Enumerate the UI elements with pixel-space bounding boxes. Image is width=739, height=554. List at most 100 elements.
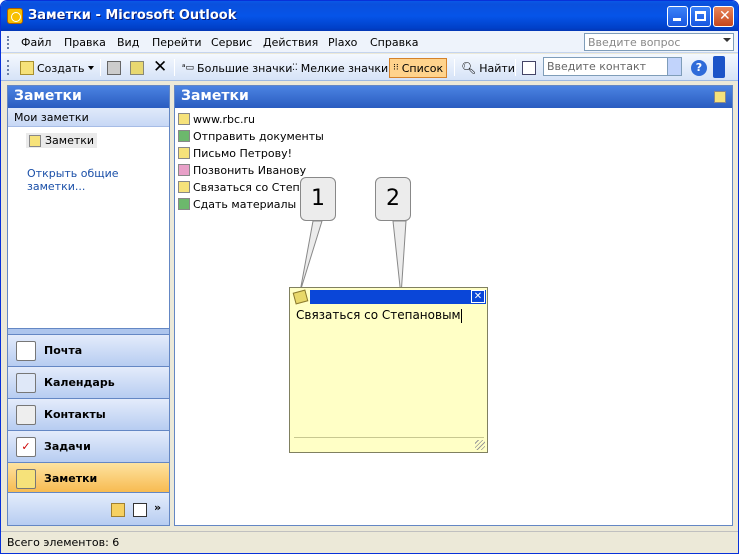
toolbar-separator bbox=[174, 59, 175, 76]
toolbar-separator bbox=[100, 59, 101, 76]
callout-1: 1 bbox=[300, 177, 336, 221]
folder-list-icon[interactable] bbox=[111, 503, 125, 517]
nav-tasks-button[interactable]: ✓ Задачи bbox=[8, 430, 169, 462]
note-item[interactable]: Связаться со Степан bbox=[178, 179, 314, 195]
menu-actions[interactable]: Действия bbox=[263, 36, 318, 49]
small-icons-label: Мелкие значки bbox=[300, 61, 389, 75]
toolbar-separator bbox=[515, 59, 516, 76]
minimize-button[interactable] bbox=[667, 6, 688, 27]
note-close-icon[interactable]: ✕ bbox=[471, 290, 485, 303]
list-view-button[interactable]: ⁝⁝ Список bbox=[389, 58, 448, 78]
help-icon[interactable]: ? bbox=[691, 60, 707, 76]
note-item-label: Сдать материалы в п bbox=[193, 197, 317, 211]
menu-view[interactable]: Вид bbox=[117, 36, 139, 49]
notes-header-icon bbox=[714, 91, 726, 103]
note-menu-icon[interactable] bbox=[292, 289, 309, 305]
open-note-window[interactable]: ✕ Связаться со Степановым bbox=[289, 287, 488, 453]
nav-contacts-button[interactable]: Контакты bbox=[8, 398, 169, 430]
notes-folder-label: Заметки bbox=[45, 134, 95, 147]
note-title-bar[interactable] bbox=[310, 290, 486, 304]
close-button[interactable]: ✕ bbox=[713, 6, 734, 27]
note-icon bbox=[20, 61, 34, 75]
navigation-pane: Заметки Мои заметки Заметки Открыть общи… bbox=[7, 85, 170, 526]
note-item[interactable]: www.rbc.ru bbox=[178, 111, 255, 127]
note-icon bbox=[178, 147, 190, 159]
delete-icon[interactable]: ✕ bbox=[153, 57, 167, 77]
note-text[interactable]: Связаться со Степановым bbox=[296, 308, 462, 323]
nav-calendar-label: Календарь bbox=[44, 376, 115, 389]
menu-edit[interactable]: Правка bbox=[64, 36, 106, 49]
nav-calendar-button[interactable]: Календарь bbox=[8, 366, 169, 398]
callout-2: 2 bbox=[375, 177, 411, 221]
note-item[interactable]: Сдать материалы в п bbox=[178, 196, 317, 212]
new-note-button[interactable]: Создать bbox=[17, 58, 88, 78]
shortcuts-icon[interactable] bbox=[133, 503, 147, 517]
mail-icon bbox=[16, 340, 36, 361]
note-item-label: www.rbc.ru bbox=[193, 112, 256, 126]
note-item-label: Позвонить Иванову bbox=[193, 163, 307, 177]
ask-question-box[interactable]: Введите вопрос bbox=[584, 33, 734, 51]
nav-footer: » bbox=[8, 492, 169, 525]
tasks-icon: ✓ bbox=[16, 436, 36, 457]
menu-plaxo[interactable]: Plaxo bbox=[328, 36, 357, 49]
chevron-down-icon[interactable] bbox=[667, 58, 681, 75]
menu-file[interactable]: Файл bbox=[21, 36, 51, 49]
menu-bar: Файл Правка Вид Перейти Сервис Действия … bbox=[1, 31, 738, 53]
ask-question-placeholder: Введите вопрос bbox=[588, 36, 681, 49]
configure-buttons-icon[interactable]: » bbox=[154, 501, 161, 514]
notes-list-title-text: Заметки bbox=[181, 88, 249, 104]
notes-folder[interactable]: Заметки bbox=[26, 133, 98, 148]
move-to-folder-icon[interactable] bbox=[130, 61, 144, 75]
my-notes-header[interactable]: Мои заметки bbox=[8, 108, 169, 127]
note-divider bbox=[294, 437, 484, 438]
toolbar-options-icon[interactable] bbox=[713, 56, 725, 78]
nav-mail-label: Почта bbox=[44, 344, 83, 357]
note-item[interactable]: Позвонить Иванову bbox=[178, 162, 306, 178]
note-icon bbox=[178, 130, 190, 142]
standard-toolbar: Создать ✕ ᵃ▭ Большие значки ⁚⁚ Мелкие зн… bbox=[1, 54, 738, 81]
note-icon bbox=[178, 181, 190, 193]
menu-grip bbox=[7, 36, 10, 49]
item-count: Всего элементов: 6 bbox=[7, 536, 120, 549]
toolbar-grip bbox=[7, 60, 10, 75]
find-contact-box[interactable]: Введите контакт bbox=[543, 57, 682, 76]
find-icon: 🔍︎ bbox=[461, 61, 477, 75]
list-icon: ⁝⁝ bbox=[393, 63, 399, 73]
notes-list-title: Заметки bbox=[175, 86, 732, 108]
address-book-icon[interactable] bbox=[522, 61, 536, 75]
note-item-label: Связаться со Степан bbox=[193, 180, 314, 194]
print-icon[interactable] bbox=[107, 61, 121, 75]
menu-go[interactable]: Перейти bbox=[152, 36, 202, 49]
large-icons-button[interactable]: ᵃ▭ Большие значки bbox=[179, 58, 295, 78]
note-icon bbox=[178, 198, 190, 210]
close-icon: ✕ bbox=[719, 8, 731, 24]
nav-pane-title: Заметки bbox=[8, 86, 169, 108]
menu-tools[interactable]: Сервис bbox=[211, 36, 252, 49]
nav-notes-button[interactable]: Заметки bbox=[8, 462, 169, 494]
chevron-down-icon[interactable] bbox=[723, 38, 731, 42]
toolbar-separator bbox=[454, 59, 455, 76]
find-contact-placeholder: Введите контакт bbox=[547, 60, 646, 73]
maximize-button[interactable] bbox=[690, 6, 711, 27]
notes-folder-icon bbox=[29, 134, 41, 147]
menu-help[interactable]: Справка bbox=[370, 36, 418, 49]
note-item[interactable]: Письмо Петрову! bbox=[178, 145, 292, 161]
small-icons-button[interactable]: ⁚⁚ Мелкие значки bbox=[289, 58, 391, 78]
outlook-window: Заметки - Microsoft Outlook ✕ Файл Правк… bbox=[0, 0, 739, 554]
outlook-app-icon bbox=[7, 8, 23, 24]
nav-tasks-label: Задачи bbox=[44, 440, 91, 453]
status-bar: Всего элементов: 6 bbox=[1, 531, 738, 553]
window-title: Заметки - Microsoft Outlook bbox=[28, 8, 237, 23]
nav-mail-button[interactable]: Почта bbox=[8, 334, 169, 366]
open-shared-notes-link[interactable]: Открыть общие заметки... bbox=[27, 167, 169, 193]
nav-contacts-label: Контакты bbox=[44, 408, 106, 421]
new-dropdown-icon[interactable] bbox=[88, 66, 94, 70]
calendar-icon bbox=[16, 372, 36, 393]
nav-notes-label: Заметки bbox=[44, 472, 98, 485]
note-item[interactable]: Отправить документы bbox=[178, 128, 324, 144]
note-text-content: Связаться со Степановым bbox=[296, 308, 461, 322]
find-button[interactable]: 🔍︎ Найти bbox=[458, 58, 518, 78]
resize-grip-icon[interactable] bbox=[475, 440, 485, 450]
note-icon bbox=[178, 164, 190, 176]
note-item-label: Письмо Петрову! bbox=[193, 146, 293, 160]
